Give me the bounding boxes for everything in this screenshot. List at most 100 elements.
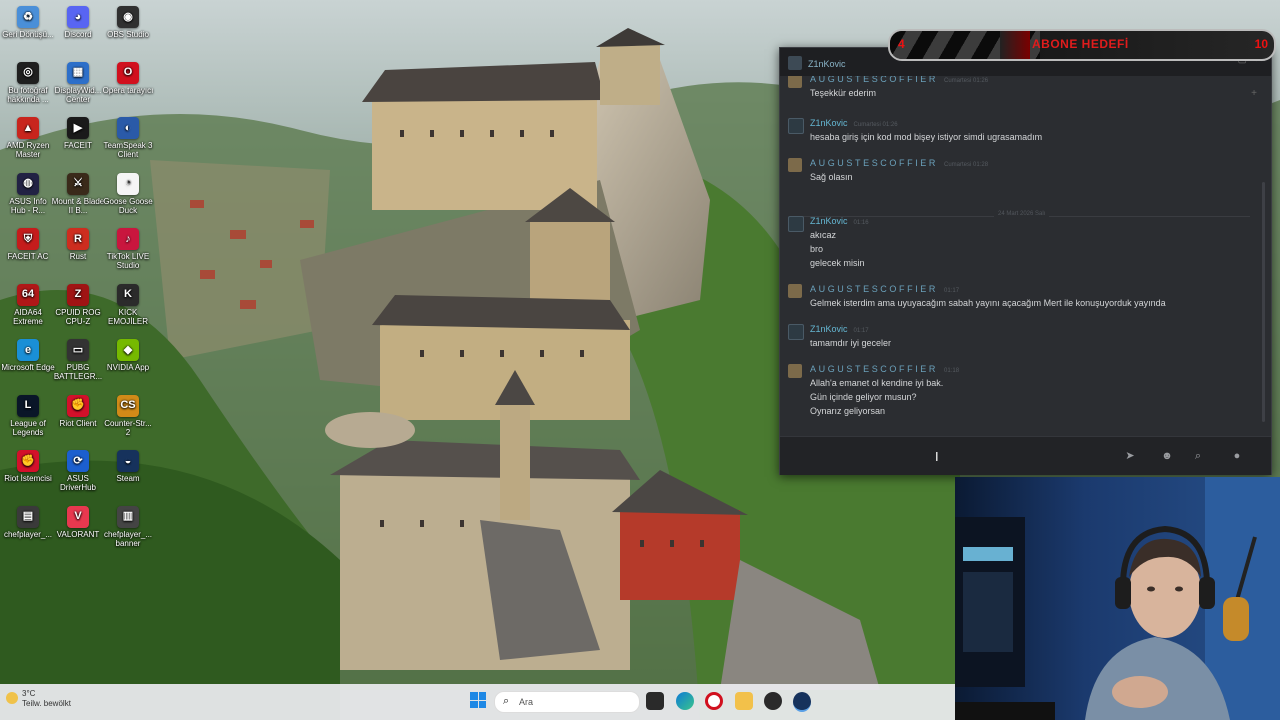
app-icon: ◔ [117,172,139,195]
message-list[interactable]: 24 Mart 2026 Salı AUGUSTESCOFFIER Cumarte… [780,76,1260,436]
edge-taskbar-icon[interactable] [676,692,694,710]
avatar[interactable] [788,364,802,378]
app-icon: ◉ [117,6,139,28]
desktop-icon[interactable]: K KICK EMOJİLER [101,283,155,326]
chat-message[interactable]: AUGUSTESCOFFIER Cumartesi 01:28 Sağ olasın [788,158,1248,186]
steam-taskbar-icon[interactable] [793,692,811,712]
desktop-icon[interactable]: ◍ ASUS Info Hub - R... [1,172,55,215]
desktop-icon-label: Geri Dönüşü... [2,30,54,39]
desktop-icon[interactable]: ◔ Goose Goose Duck [101,172,155,215]
search-icon: ⌕ [503,695,510,707]
desktop-icon[interactable]: ◆ NVIDIA App [101,339,155,372]
desktop-icon[interactable]: ⟳ ASUS DriverHub [51,450,105,492]
opera-taskbar-icon[interactable] [705,692,723,710]
desktop-icon[interactable]: ▶ FACEIT [51,117,105,150]
chat-message[interactable]: AUGUSTESCOFFIER 01:17 Gelmek isterdim ama … [788,284,1248,312]
taskbar: 3°C Teilw. bewölkt ⌕ Ara [0,684,955,720]
message-author[interactable]: Z1nKovic Cumartesi 01:26 [810,118,898,128]
desktop-icon[interactable]: L League of Legends [1,394,55,437]
desktop-icon[interactable]: ♻ Geri Dönüşü... [1,6,55,39]
start-button[interactable] [470,692,486,708]
desktop-icon[interactable]: ◉ OBS Studio [101,6,155,39]
message-author[interactable]: Z1nKovic 01:16 [810,216,869,226]
message-author[interactable]: AUGUSTESCOFFIER Cumartesi 01:28 [810,158,988,168]
voice-message-icon[interactable]: ● [1230,449,1244,463]
avatar[interactable] [788,158,802,172]
message-text: Gün içinde geliyor musun? [810,392,917,402]
desktop-icon-label: NVIDIA App [106,363,150,372]
desktop-icon[interactable]: ♪ TikTok LIVE Studio [101,228,155,270]
app-icon: ▥ [117,505,139,528]
taskbar-search[interactable]: ⌕ Ara [494,691,640,713]
app-icon: ◍ [17,172,39,195]
task-view-icon[interactable] [646,692,664,710]
chat-message[interactable]: AUGUSTESCOFFIER Cumartesi 01:26 Teşekkür e… [788,76,1248,102]
desktop-icon-label: ASUS DriverHub [59,474,96,492]
chat-scrollbar[interactable] [1262,182,1265,422]
desktop-icon[interactable]: ▤ chefplayer_... [1,505,55,539]
app-icon: ▶ [67,117,89,139]
desktop-icon[interactable]: 64 AIDA64 Extreme [1,283,55,326]
message-text: akıcaz [810,230,837,240]
desktop-icon[interactable]: ▦ DisplayWid... Center [51,61,105,104]
desktop-icon[interactable]: ✊ Riot İstemcisi [1,450,55,483]
message-text: Teşekkür ederim [810,88,877,98]
app-icon: ▤ [17,505,39,528]
desktop-icon[interactable]: ▭ PUBG BATTLEGR... [51,339,105,381]
desktop-icon-label: DisplayWid... Center [54,85,102,104]
message-input[interactable]: I ➤ ☻ ⌕ ● [780,436,1271,475]
avatar[interactable] [788,324,804,340]
weather-icon[interactable] [6,692,18,704]
obs-taskbar-icon[interactable] [764,692,782,710]
desktop-icon[interactable]: ✊ Riot Client [51,394,105,428]
desktop-icon[interactable]: R Rust [51,228,105,261]
desktop-icon[interactable]: O Opera tarayıcı [101,61,155,95]
avatar [788,56,802,70]
desktop-icon[interactable]: ⚔ Mount & Blade II B... [51,172,105,215]
file-explorer-icon[interactable] [735,692,753,710]
message-author[interactable]: Z1nKovic 01:17 [810,324,869,334]
avatar[interactable] [788,284,802,298]
message-text: gelecek misin [810,258,865,268]
message-text: Gelmek isterdim ama uyuyacağım sabah yay… [810,298,1166,308]
app-icon: O [117,61,139,84]
desktop-icon[interactable]: ◐ TeamSpeak 3 Client [101,117,155,159]
message-author[interactable]: AUGUSTESCOFFIER 01:18 [810,364,959,374]
weather-widget[interactable]: 3°C Teilw. bewölkt [22,689,71,709]
chat-message[interactable]: Z1nKovic 01:17 tamamdır iyi geceler [788,324,1248,352]
message-author-name: AUGUSTESCOFFIER [810,158,939,168]
desktop-icon-label: Counter-Str... 2 [104,418,152,437]
chat-message[interactable]: Z1nKovic Cumartesi 01:26 hesaba giriş için… [788,118,1248,146]
chat-message[interactable]: Z1nKovic 01:16 akıcaz bro gelecek misin [788,216,1248,272]
message-author[interactable]: AUGUSTESCOFFIER Cumartesi 01:26 [810,76,988,84]
app-icon: R [67,228,89,250]
message-text: Oynarız geliyorsan [810,406,886,416]
desktop-icon-label: TikTok LIVE Studio [106,252,150,270]
emoji-icon[interactable]: ☻ [1160,449,1174,463]
desktop-icon[interactable]: ◎ Bu fotoğraf hakkında ... [1,61,55,104]
desktop-icon[interactable]: Z CPUID ROG CPU-Z [51,283,105,326]
desktop-icon-label: League of Legends [10,418,46,437]
desktop-icon-label: ASUS Info Hub - R... [9,196,47,215]
avatar[interactable] [788,118,804,134]
desktop-icon-label: Discord [64,30,92,39]
desktop-icon[interactable]: e Microsoft Edge [1,339,55,372]
message-author-name: AUGUSTESCOFFIER [810,284,939,294]
message-author[interactable]: AUGUSTESCOFFIER 01:17 [810,284,959,294]
desktop-icon[interactable]: ▥ chefplayer_... banner [101,505,155,548]
desktop-icon-label: chefplayer_... [3,529,53,539]
avatar[interactable] [788,216,804,232]
desktop-icon[interactable]: ◒ Steam [101,450,155,483]
desktop-icon[interactable]: ▲ AMD Ryzen Master [1,117,55,159]
attach-icon[interactable]: ⌕ [1191,449,1205,463]
avatar[interactable] [788,76,802,88]
desktop-icon-label: OBS Studio [107,30,149,39]
desktop-icon[interactable]: ⛨ FACEIT AC [1,228,55,261]
chat-message[interactable]: AUGUSTESCOFFIER 01:18 Allah'a emanet ol ke… [788,364,1248,420]
app-icon: ▦ [67,61,89,84]
desktop-icon[interactable]: V VALORANT [51,505,105,539]
desktop-icon-label: TeamSpeak 3 Client [103,141,153,159]
desktop-icon[interactable]: ◕ Discord [51,6,105,39]
send-icon[interactable]: ➤ [1123,449,1137,463]
desktop-icon[interactable]: CS Counter-Str... 2 [101,394,155,437]
